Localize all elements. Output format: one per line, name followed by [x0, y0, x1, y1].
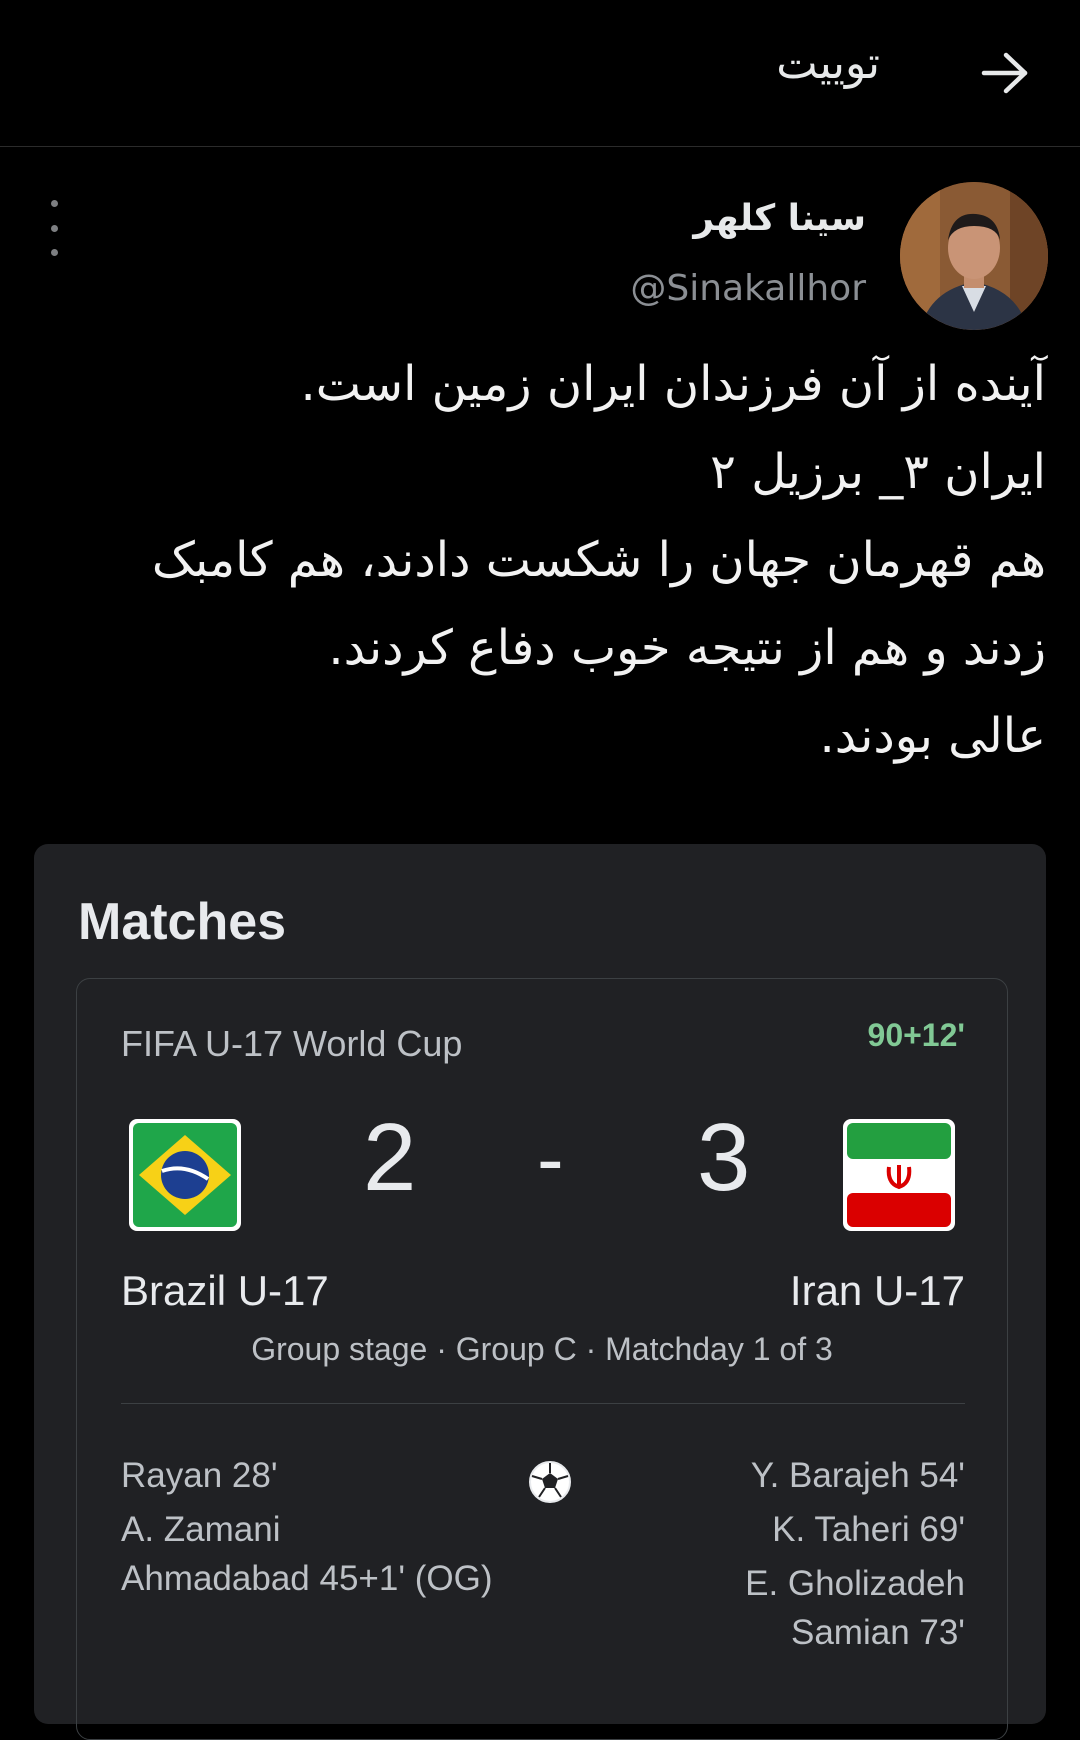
scorer: A. Zamani: [121, 1510, 281, 1549]
divider: [121, 1403, 965, 1404]
top-bar: توییت: [0, 0, 1080, 147]
arrow-right-icon: [981, 52, 1028, 94]
tweet-line: هم قهرمان جهان را شکست دادند، هم کامبک: [151, 532, 1046, 588]
more-vertical-icon: [50, 200, 58, 207]
tweet-text: آینده از آن فرزندان ایران زمین است. ایرا…: [46, 340, 1046, 780]
more-options-button[interactable]: [42, 200, 66, 256]
scorer: Rayan 28': [121, 1456, 278, 1495]
score-separator: -: [537, 1114, 564, 1203]
matches-card[interactable]: Matches FIFA U-17 World Cup 90+12' 2 - 3: [34, 844, 1046, 1740]
avatar[interactable]: [900, 182, 1048, 330]
tweet-line: عالی بودند.: [819, 708, 1047, 764]
scorer: E. Gholizadeh: [745, 1564, 965, 1603]
tweet-line: زدند و هم از نتیجه خوب دفاع کردند.: [328, 620, 1046, 676]
competition-name: FIFA U-17 World Cup: [121, 1023, 463, 1064]
display-name[interactable]: سینا کلهر: [693, 198, 866, 239]
scorer: Ahmadabad 45+1' (OG): [121, 1559, 493, 1598]
back-button[interactable]: [978, 46, 1032, 100]
iran-flag-icon: [843, 1119, 955, 1231]
scorer: K. Taheri 69': [772, 1510, 965, 1549]
user-handle[interactable]: @Sinakallhor: [630, 268, 866, 309]
scorer: Samian 73': [790, 1613, 965, 1652]
away-scorers: Y. Barajeh 54' K. Taheri 69' E. Gholizad…: [745, 1449, 965, 1654]
tweet-line: ایران ۳_ برزیل ۲: [710, 444, 1046, 500]
home-score: 2: [363, 1104, 417, 1211]
away-score: 3: [697, 1104, 751, 1211]
tweet-line: آینده از آن فرزندان ایران زمین است.: [300, 356, 1046, 412]
card-title: Matches: [78, 893, 287, 951]
home-scorers: Rayan 28' A. Zamani Ahmadabad 45+1' (OG): [121, 1449, 492, 1600]
match-summary[interactable]: FIFA U-17 World Cup 90+12' 2 - 3 Brazil …: [76, 978, 1008, 1740]
page-title: توییت: [776, 38, 880, 89]
match-status: 90+12': [867, 1017, 965, 1053]
scorer: Y. Barajeh 54': [750, 1456, 965, 1495]
home-team-name[interactable]: Brazil U-17: [121, 1267, 329, 1315]
away-team-name[interactable]: Iran U-17: [790, 1267, 965, 1315]
brazil-flag-icon: [129, 1119, 241, 1231]
soccer-ball-icon: [529, 1461, 571, 1503]
match-stage: Group stage · Group C · Matchday 1 of 3: [251, 1331, 833, 1367]
